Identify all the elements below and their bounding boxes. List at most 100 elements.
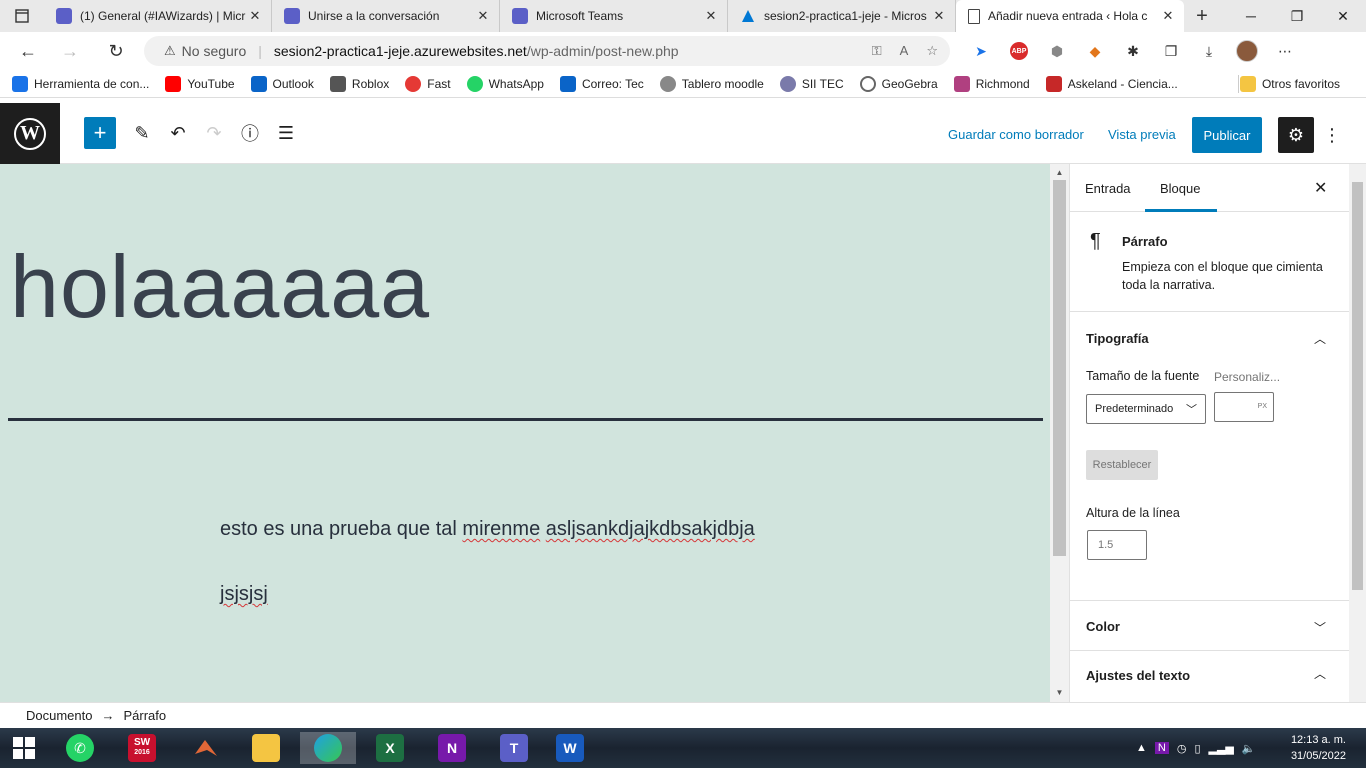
adblock-icon[interactable]: ABP <box>1000 42 1038 60</box>
publish-button[interactable]: Publicar <box>1192 117 1262 153</box>
browser-tab[interactable]: Microsoft Teams ✕ <box>500 0 728 32</box>
close-tab-icon[interactable]: ✕ <box>703 8 719 24</box>
tab-actions-button[interactable] <box>0 0 44 32</box>
bookmark-item[interactable]: SII TEC <box>779 75 844 92</box>
solidworks-app[interactable]: SW 2016 <box>124 732 160 764</box>
breadcrumb-document[interactable]: Documento <box>26 708 92 723</box>
bookmark-item[interactable]: Askeland - Ciencia... <box>1045 75 1178 92</box>
extension-icon[interactable]: ⬢ <box>1038 43 1076 60</box>
key-icon[interactable]: ⚿ <box>872 43 882 59</box>
refresh-button[interactable]: ↻ <box>96 35 136 67</box>
line-height-input[interactable]: 1.5 <box>1087 530 1147 560</box>
address-bar[interactable]: ⚠ No seguro | sesion2-practica1-jeje.azu… <box>144 36 950 66</box>
close-tab-icon[interactable]: ✕ <box>931 8 947 24</box>
bookmark-item[interactable]: WhatsApp <box>466 75 544 92</box>
puzzle-icon[interactable]: ✱ <box>1114 43 1152 60</box>
breadcrumb-block[interactable]: Párrafo <box>123 708 166 723</box>
start-button[interactable] <box>6 732 42 764</box>
tools-button[interactable]: ✎ <box>126 117 158 149</box>
bookmark-item[interactable]: Correo: Tec <box>559 75 644 92</box>
matlab-app[interactable] <box>188 732 224 764</box>
onenote-app[interactable]: N <box>434 732 470 764</box>
new-tab-button[interactable]: + <box>1184 0 1220 32</box>
close-tab-icon[interactable]: ✕ <box>1160 8 1176 24</box>
file-explorer-app[interactable] <box>248 732 284 764</box>
close-tab-icon[interactable]: ✕ <box>475 8 491 24</box>
settings-button[interactable]: ⚙ <box>1278 117 1314 153</box>
profile-avatar[interactable] <box>1228 40 1266 62</box>
wordpress-logo[interactable]: W <box>0 103 60 164</box>
excel-app[interactable]: X <box>372 732 408 764</box>
security-label[interactable]: No seguro <box>182 43 247 59</box>
undo-button[interactable]: ↶ <box>162 117 194 149</box>
browser-tab[interactable]: sesion2-practica1-jeje - Micros ✕ <box>728 0 956 32</box>
minimize-icon[interactable]: ─ <box>1228 0 1274 32</box>
forward-button[interactable]: → <box>50 35 90 67</box>
list-view-button[interactable]: ☰ <box>270 117 302 149</box>
chevron-up-icon[interactable]: ▲ <box>1136 742 1147 754</box>
read-aloud-icon[interactable]: A <box>900 43 909 59</box>
volume-icon[interactable]: 🔈 <box>1242 742 1256 755</box>
scroll-down-icon[interactable]: ▼ <box>1050 688 1069 697</box>
scroll-up-icon[interactable]: ▲ <box>1050 168 1069 177</box>
onenote-tray-icon[interactable]: N <box>1154 742 1169 754</box>
metamask-icon[interactable]: ◆ <box>1076 43 1114 60</box>
chevron-down-icon[interactable]: ﹀ <box>1314 619 1326 636</box>
post-title[interactable]: holaaaaaa <box>10 236 430 338</box>
send-icon[interactable]: ➤ <box>962 43 1000 60</box>
whatsapp-app[interactable]: ✆ <box>62 732 98 764</box>
downloads-icon[interactable]: ⤓ <box>1190 43 1228 60</box>
teams-app[interactable]: T <box>496 732 532 764</box>
bookmark-item[interactable]: Richmond <box>953 75 1030 92</box>
reset-button[interactable]: Restablecer <box>1086 450 1158 480</box>
color-panel-toggle[interactable]: Color <box>1086 619 1120 634</box>
clock-tray-icon[interactable]: ◷ <box>1177 742 1187 755</box>
bookmark-item[interactable]: Fast <box>405 75 451 92</box>
bookmark-item[interactable]: Tablero moodle <box>659 75 764 92</box>
chevron-up-icon[interactable]: ︿ <box>1314 330 1326 347</box>
bookmark-item[interactable]: Outlook <box>250 75 314 92</box>
redo-button[interactable]: ↷ <box>198 117 230 149</box>
word-app[interactable]: W <box>552 732 588 764</box>
more-icon[interactable]: ⋯ <box>1266 43 1304 60</box>
scrollbar-thumb[interactable] <box>1352 182 1363 590</box>
browser-tab[interactable]: (1) General (#IAWizards) | Micr ✕ <box>44 0 272 32</box>
back-button[interactable]: ← <box>8 35 48 67</box>
other-favorites[interactable]: Otros favoritos <box>1239 76 1340 92</box>
paragraph-block[interactable]: esto es una prueba que tal mirenme asljs… <box>220 518 755 541</box>
text-settings-panel-toggle[interactable]: Ajustes del texto <box>1086 668 1190 683</box>
tablet-icon[interactable]: ▯ <box>1194 742 1200 755</box>
bookmark-item[interactable]: Roblox <box>329 75 389 92</box>
save-draft-button[interactable]: Guardar como borrador <box>948 127 1084 142</box>
restore-icon[interactable]: ❐ <box>1274 0 1320 32</box>
preview-button[interactable]: Vista previa <box>1108 127 1176 142</box>
close-icon[interactable]: ✕ <box>1314 178 1327 198</box>
font-size-select[interactable]: Predeterminado ﹀ <box>1086 394 1206 424</box>
sidebar-scrollbar[interactable] <box>1349 164 1366 702</box>
edge-app[interactable] <box>300 732 356 764</box>
options-button[interactable]: ⋮ <box>1322 117 1342 153</box>
system-clock[interactable]: 12:13 a. m. 31/05/2022 <box>1291 732 1346 764</box>
collections-icon[interactable]: ❐ <box>1152 43 1190 60</box>
bookmark-item[interactable]: YouTube <box>165 75 235 92</box>
bookmark-item[interactable]: Herramienta de con... <box>12 75 149 92</box>
editor-canvas[interactable]: holaaaaaa esto es una prueba que tal mir… <box>0 164 1050 702</box>
scrollbar-thumb[interactable] <box>1053 180 1066 556</box>
bookmark-item[interactable]: GeoGebra <box>859 75 938 92</box>
add-favorite-icon[interactable]: ☆ <box>926 43 938 59</box>
paragraph-block[interactable]: jsjsjsj <box>220 583 268 606</box>
custom-size-input[interactable]: PX <box>1214 392 1274 422</box>
browser-tab[interactable]: Unirse a la conversación ✕ <box>272 0 500 32</box>
details-button[interactable]: ⓘ <box>234 117 266 149</box>
close-window-icon[interactable]: ✕ <box>1320 0 1366 32</box>
close-tab-icon[interactable]: ✕ <box>247 8 263 24</box>
chevron-up-icon[interactable]: ︿ <box>1314 665 1326 682</box>
typography-panel-toggle[interactable]: Tipografía <box>1086 331 1149 346</box>
signal-icon[interactable]: ▂▃▅ <box>1209 742 1234 755</box>
block-inserter-button[interactable]: + <box>84 117 116 149</box>
canvas-scrollbar[interactable]: ▲ ▼ <box>1050 164 1069 702</box>
tab-post[interactable]: Entrada <box>1085 181 1131 196</box>
browser-tab-active[interactable]: Añadir nueva entrada ‹ Hola c ✕ <box>956 0 1184 32</box>
separator-block[interactable] <box>8 418 1043 421</box>
tab-block[interactable]: Bloque <box>1160 181 1200 196</box>
